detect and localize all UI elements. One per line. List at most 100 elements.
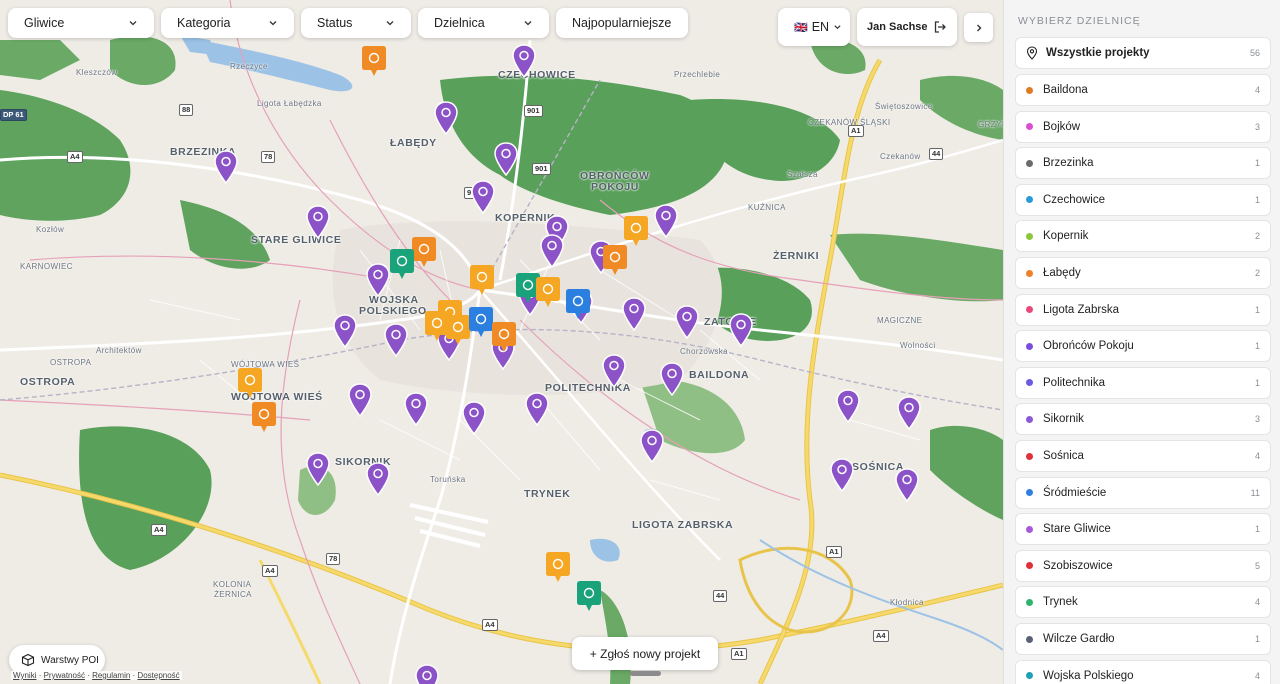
district-item[interactable]: Sośnica 4 bbox=[1015, 440, 1271, 472]
project-marker-badge[interactable] bbox=[389, 248, 415, 280]
project-marker-pin[interactable] bbox=[511, 44, 537, 79]
district-item[interactable]: Śródmieście 11 bbox=[1015, 476, 1271, 509]
panel-title: WYBIERZ DZIELNICĘ bbox=[1018, 15, 1141, 27]
district-item[interactable]: Stare Gliwice 1 bbox=[1015, 513, 1271, 546]
map-label-ostropa-street: OSTROPA bbox=[50, 358, 92, 367]
sort-select-value: Najpopularniejsze bbox=[572, 16, 672, 30]
project-marker-pin[interactable] bbox=[835, 389, 861, 424]
project-marker-pin[interactable] bbox=[621, 297, 647, 332]
language-code: EN bbox=[811, 20, 830, 34]
language-select[interactable]: 🇬🇧 EN bbox=[778, 8, 850, 46]
district-count: 2 bbox=[1254, 268, 1260, 278]
project-marker-pin[interactable] bbox=[213, 150, 239, 185]
project-marker-badge[interactable] bbox=[237, 367, 263, 399]
district-count: 5 bbox=[1254, 560, 1260, 571]
project-marker-badge[interactable] bbox=[576, 580, 602, 612]
status-select[interactable]: Status bbox=[301, 8, 411, 38]
district-item[interactable]: Sikornik 3 bbox=[1015, 403, 1271, 436]
category-select[interactable]: Kategoria bbox=[161, 8, 294, 38]
collapse-panel-button[interactable] bbox=[964, 13, 993, 42]
project-marker-pin[interactable] bbox=[332, 314, 358, 349]
report-project-button[interactable]: + Zgłoś nowy projekt bbox=[572, 637, 718, 670]
project-marker-pin[interactable] bbox=[461, 401, 487, 436]
project-marker-badge[interactable] bbox=[361, 45, 387, 77]
project-marker-pin[interactable] bbox=[896, 396, 922, 431]
map-label-polskiego: POLSKIEGO bbox=[359, 305, 427, 317]
district-count: 1 bbox=[1254, 634, 1260, 644]
project-marker-pin[interactable] bbox=[829, 458, 855, 493]
road-shield: 901 bbox=[532, 163, 551, 175]
project-marker-pin[interactable] bbox=[894, 468, 920, 503]
chevron-down-icon bbox=[386, 21, 394, 26]
district-name: Wilcze Gardło bbox=[1043, 633, 1115, 645]
district-item[interactable]: Łabędy 2 bbox=[1015, 257, 1271, 289]
district-name: Trynek bbox=[1043, 596, 1078, 609]
district-select[interactable]: Dzielnica bbox=[418, 8, 549, 38]
project-marker-pin[interactable] bbox=[365, 462, 391, 497]
district-count: 3 bbox=[1254, 121, 1260, 132]
project-marker-pin[interactable] bbox=[383, 323, 409, 358]
project-marker-badge[interactable] bbox=[545, 551, 571, 583]
project-marker-pin[interactable] bbox=[470, 180, 496, 215]
project-marker-badge[interactable] bbox=[602, 244, 628, 276]
district-item-all[interactable]: Wszystkie projekty 56 bbox=[1015, 37, 1271, 69]
project-marker-pin[interactable] bbox=[728, 313, 754, 348]
project-marker-badge[interactable] bbox=[491, 321, 517, 353]
user-menu[interactable]: Jan Sachse bbox=[857, 8, 957, 46]
district-item[interactable]: Kopernik 2 bbox=[1015, 220, 1271, 253]
project-marker-pin[interactable] bbox=[524, 392, 550, 427]
district-item[interactable]: Bojków 3 bbox=[1015, 110, 1271, 143]
project-marker-pin[interactable] bbox=[433, 101, 459, 136]
project-marker-pin[interactable] bbox=[659, 362, 685, 397]
drag-handle[interactable] bbox=[630, 671, 661, 676]
project-marker-pin[interactable] bbox=[601, 354, 627, 389]
link-wyniki[interactable]: Wyniki bbox=[13, 671, 36, 680]
link-dostepnosc[interactable]: Dostępność bbox=[137, 671, 179, 680]
map-label-zernica: ŻERNICA bbox=[214, 590, 252, 599]
project-marker-badge[interactable] bbox=[469, 264, 495, 296]
district-count: 1 bbox=[1254, 341, 1260, 352]
city-select[interactable]: Gliwice bbox=[8, 8, 154, 38]
project-marker-pin[interactable] bbox=[539, 234, 565, 269]
road-shield: 44 bbox=[929, 148, 944, 160]
project-marker-pin[interactable] bbox=[493, 142, 519, 177]
map-label-swietoszowice: Świętoszowice bbox=[875, 102, 933, 111]
map-canvas[interactable]: CZECHOWICE ŁABĘDY BRZEZINKA OBROŃCÓW POK… bbox=[0, 0, 1003, 684]
district-name: Śródmieście bbox=[1043, 486, 1107, 499]
map-label-architektow: Architektów bbox=[96, 346, 142, 355]
project-marker-pin[interactable] bbox=[403, 392, 429, 427]
district-item[interactable]: Obrońców Pokoju 1 bbox=[1015, 330, 1271, 363]
road-shield: A4 bbox=[67, 151, 83, 163]
project-marker-pin[interactable] bbox=[414, 664, 440, 684]
project-marker-pin[interactable] bbox=[305, 452, 331, 487]
district-item[interactable]: Szobiszowice 5 bbox=[1015, 549, 1271, 582]
sort-select[interactable]: Najpopularniejsze bbox=[556, 8, 688, 38]
district-item[interactable]: Politechnika 1 bbox=[1015, 366, 1271, 399]
logout-icon[interactable] bbox=[933, 20, 947, 34]
district-item[interactable]: Brzezinka 1 bbox=[1015, 147, 1271, 180]
district-item[interactable]: Baildona 4 bbox=[1015, 74, 1271, 106]
road-shield: 44 bbox=[713, 590, 728, 602]
district-item[interactable]: Wilcze Gardło 1 bbox=[1015, 623, 1271, 655]
district-item[interactable]: Trynek 4 bbox=[1015, 586, 1271, 619]
road-shield: DP 61 bbox=[0, 109, 27, 121]
project-marker-pin[interactable] bbox=[674, 305, 700, 340]
project-marker-pin[interactable] bbox=[639, 429, 665, 464]
poi-layers-label: Warstwy POI bbox=[41, 654, 99, 666]
project-marker-pin[interactable] bbox=[653, 204, 679, 239]
map-label-grzyb: GRZYB bbox=[978, 120, 1003, 129]
link-regulamin[interactable]: Regulamin bbox=[92, 671, 130, 680]
project-marker-pin[interactable] bbox=[365, 263, 391, 298]
project-marker-badge[interactable] bbox=[623, 215, 649, 247]
project-marker-pin[interactable] bbox=[347, 383, 373, 418]
project-marker-pin[interactable] bbox=[305, 205, 331, 240]
project-marker-badge[interactable] bbox=[535, 276, 561, 308]
district-item[interactable]: Wojska Polskiego 4 bbox=[1015, 659, 1271, 684]
link-prywatnosc[interactable]: Prywatność bbox=[44, 671, 85, 680]
district-item[interactable]: Czechowice 1 bbox=[1015, 183, 1271, 216]
map-label-ligota-zabrska: LIGOTA ZABRSKA bbox=[632, 519, 734, 531]
district-color-dot bbox=[1026, 525, 1033, 533]
project-marker-badge[interactable] bbox=[251, 401, 277, 433]
project-marker-badge[interactable] bbox=[565, 288, 591, 320]
district-item[interactable]: Ligota Zabrska 1 bbox=[1015, 293, 1271, 326]
